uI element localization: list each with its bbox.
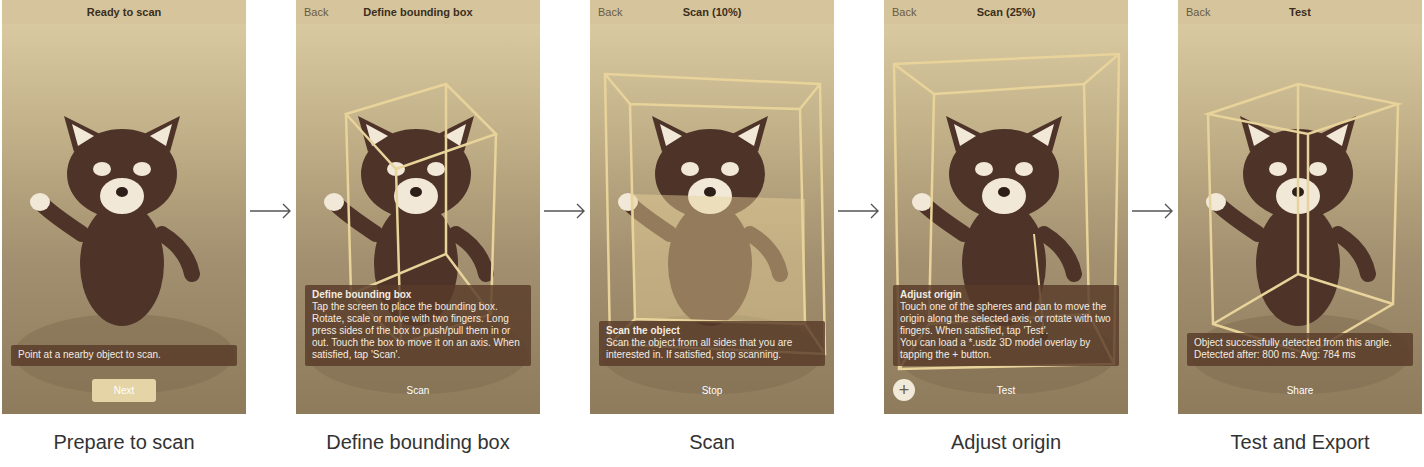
instruction-panel: Point at a nearby object to scan.	[11, 345, 237, 366]
phone-screenshot: BackTest Object successfully detected fro…	[1178, 0, 1422, 414]
overlay-content: Point at a nearby object to scan. Next	[2, 345, 246, 414]
back-button[interactable]: Back	[884, 6, 934, 18]
overlay-content: Define bounding boxTap the screen to pla…	[296, 285, 540, 414]
button-row: Stop	[599, 366, 825, 414]
navigation-bar: BackDefine bounding box	[296, 0, 540, 24]
action-button[interactable]: Scan	[397, 379, 440, 402]
instruction-text: You can load a *.usdz 3D model overlay b…	[900, 337, 1112, 361]
phone-screenshot: Ready to scan Point at a nearby object to…	[2, 0, 246, 414]
button-row: + Test	[893, 366, 1119, 414]
phone-screenshot: BackDefine bounding boxDefine bounding b…	[296, 0, 540, 414]
instruction-text: Tap the screen to place the bounding box…	[312, 301, 524, 361]
screen-title: Define bounding box	[346, 6, 490, 18]
action-button[interactable]: Stop	[692, 379, 733, 402]
screen-title: Scan (10%)	[640, 6, 784, 18]
flow-arrow	[541, 0, 589, 219]
instruction-text: Object successfully detected from this a…	[1194, 337, 1406, 361]
camera-view[interactable]: Object successfully detected from this a…	[1178, 24, 1422, 414]
step-caption: Prepare to scan	[53, 431, 194, 454]
instruction-text: Scan the object from all sides that you …	[606, 337, 818, 361]
camera-view[interactable]: Adjust originTouch one of the spheres an…	[884, 24, 1128, 414]
phone-screenshot: BackScan (10%) Scan the objectScan the ob…	[590, 0, 834, 414]
action-button[interactable]: Share	[1277, 379, 1324, 402]
instruction-panel: Scan the objectScan the object from all …	[599, 321, 825, 366]
add-model-button[interactable]: +	[893, 379, 915, 401]
screen-title: Test	[1228, 6, 1372, 18]
instruction-text: Touch one of the spheres and pan to move…	[900, 301, 1112, 337]
step-caption: Adjust origin	[951, 431, 1061, 454]
flow-arrow	[1129, 0, 1177, 219]
overlay-content: Adjust originTouch one of the spheres an…	[884, 285, 1128, 414]
action-button[interactable]: Test	[987, 379, 1025, 402]
back-button[interactable]: Back	[296, 6, 346, 18]
instruction-panel: Adjust originTouch one of the spheres an…	[893, 285, 1119, 366]
instruction-panel: Define bounding boxTap the screen to pla…	[305, 285, 531, 366]
flow-arrow	[835, 0, 883, 219]
screen-title: Scan (25%)	[934, 6, 1078, 18]
camera-view[interactable]: Scan the objectScan the object from all …	[590, 24, 834, 414]
instruction-heading: Define bounding box	[312, 289, 524, 301]
navigation-bar: BackTest	[1178, 0, 1422, 24]
button-row: Share	[1187, 366, 1413, 414]
action-button[interactable]: Next	[92, 379, 157, 402]
step-caption: Scan	[689, 431, 735, 454]
step-column: BackScan (25%)Adjust originTouch one of …	[884, 0, 1128, 454]
instruction-text: Point at a nearby object to scan.	[18, 349, 230, 361]
camera-view[interactable]: Define bounding boxTap the screen to pla…	[296, 24, 540, 414]
phone-screenshot: BackScan (25%) Adjust originTouch one of …	[884, 0, 1128, 414]
instruction-heading: Adjust origin	[900, 289, 1112, 301]
flow-arrow	[247, 0, 295, 219]
camera-view[interactable]: Point at a nearby object to scan. Next	[2, 24, 246, 414]
overlay-content: Object successfully detected from this a…	[1178, 333, 1422, 414]
arrow-icon	[1131, 203, 1175, 219]
back-button[interactable]: Back	[590, 6, 640, 18]
navigation-bar: BackScan (25%)	[884, 0, 1128, 24]
navigation-bar: Ready to scan	[2, 0, 246, 24]
instruction-panel: Object successfully detected from this a…	[1187, 333, 1413, 366]
step-column: Ready to scan Point at a nearby object to…	[2, 0, 246, 454]
overlay-content: Scan the objectScan the object from all …	[590, 321, 834, 414]
step-caption: Define bounding box	[326, 431, 509, 454]
screen-title: Ready to scan	[52, 6, 196, 18]
navigation-bar: BackScan (10%)	[590, 0, 834, 24]
arrow-icon	[837, 203, 881, 219]
arrow-icon	[543, 203, 587, 219]
arrow-icon	[249, 203, 293, 219]
button-row: Next	[11, 366, 237, 414]
back-button[interactable]: Back	[1178, 6, 1228, 18]
button-row: Scan	[305, 366, 531, 414]
step-caption: Test and Export	[1231, 431, 1370, 454]
instruction-heading: Scan the object	[606, 325, 818, 337]
step-column: BackScan (10%) Scan the objectScan the ob…	[590, 0, 834, 454]
step-column: BackDefine bounding boxDefine bounding b…	[296, 0, 540, 454]
step-column: BackTest Object successfully detected fro…	[1178, 0, 1422, 454]
